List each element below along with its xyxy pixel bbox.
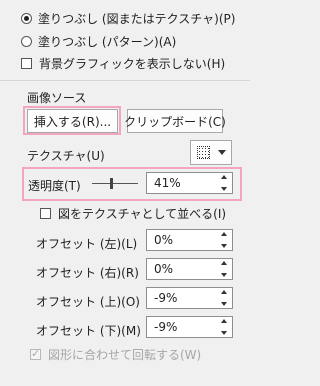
pattern-fill-label: 塗りつぶし (パターン)(A): [38, 35, 177, 49]
rotate-with-shape-label: 図形に合わせて回転する(W): [48, 348, 202, 362]
offset-top-value: -9%: [154, 291, 178, 305]
offset-bottom-label: オフセット (下)(M): [36, 324, 141, 338]
clipboard-button-label: クリップボード(C): [124, 114, 226, 129]
picture-fill-label: 塗りつぶし (図またはテクスチャ)(P): [38, 12, 236, 26]
offset-left-label: オフセット (左)(L): [36, 237, 138, 251]
tile-label: 図をテクスチャとして並べる(I): [58, 207, 227, 221]
hide-background-option[interactable]: 背景グラフィックを表示しない(H): [21, 55, 225, 72]
spin-up-icon[interactable]: [221, 261, 227, 265]
texture-label: テクスチャ(U): [27, 149, 105, 163]
spin-down-icon[interactable]: [221, 331, 227, 335]
spin-down-icon[interactable]: [221, 302, 227, 306]
chevron-down-icon: [217, 150, 226, 155]
texture-picker-button[interactable]: [190, 140, 232, 165]
transparency-spinner[interactable]: [219, 175, 229, 191]
offset-top-spinner[interactable]: [219, 290, 229, 306]
offset-left-value: 0%: [154, 233, 174, 247]
tile-option[interactable]: 図をテクスチャとして並べる(I): [40, 205, 226, 222]
slider-track: [92, 183, 138, 184]
picture-source-heading: 画像ソース: [27, 91, 87, 105]
offset-bottom-spinner[interactable]: [219, 319, 229, 335]
transparency-slider[interactable]: [92, 176, 138, 192]
offset-left-spinner[interactable]: [219, 232, 229, 248]
insert-button-label: 挿入する(R)...: [33, 114, 112, 129]
slider-thumb[interactable]: [110, 178, 113, 189]
transparency-value: 41%: [154, 176, 181, 190]
offset-left-input[interactable]: 0%: [146, 229, 233, 251]
spin-up-icon[interactable]: [221, 175, 227, 179]
offset-bottom-input[interactable]: -9%: [146, 316, 233, 338]
spin-up-icon[interactable]: [221, 319, 227, 323]
tile-checkbox[interactable]: [40, 208, 51, 219]
spin-up-icon[interactable]: [221, 232, 227, 236]
clipboard-button[interactable]: クリップボード(C): [124, 109, 226, 133]
section-divider: [0, 80, 250, 81]
texture-pattern-icon: [196, 146, 210, 159]
spin-down-icon[interactable]: [221, 273, 227, 277]
picture-fill-option[interactable]: 塗りつぶし (図またはテクスチャ)(P): [21, 10, 235, 27]
offset-bottom-value: -9%: [154, 320, 178, 334]
pattern-fill-option[interactable]: 塗りつぶし (パターン)(A): [21, 33, 176, 50]
insert-button[interactable]: 挿入する(R)...: [27, 109, 118, 133]
spin-down-icon[interactable]: [221, 244, 227, 248]
offset-right-label: オフセット (右)(R): [36, 266, 139, 280]
offset-right-spinner[interactable]: [219, 261, 229, 277]
rotate-with-shape-option[interactable]: 図形に合わせて回転する(W): [30, 346, 201, 363]
transparency-input[interactable]: 41%: [146, 172, 233, 194]
hide-background-checkbox[interactable]: [21, 58, 32, 69]
transparency-label: 透明度(T): [28, 179, 81, 193]
offset-top-input[interactable]: -9%: [146, 287, 233, 309]
pattern-fill-radio[interactable]: [21, 36, 32, 47]
rotate-with-shape-checkbox[interactable]: [30, 347, 41, 360]
picture-fill-radio[interactable]: [21, 13, 32, 24]
offset-right-value: 0%: [154, 262, 174, 276]
hide-background-label: 背景グラフィックを表示しない(H): [39, 57, 226, 71]
spin-up-icon[interactable]: [221, 290, 227, 294]
spin-down-icon[interactable]: [221, 187, 227, 191]
offset-top-label: オフセット (上)(O): [36, 295, 140, 309]
offset-right-input[interactable]: 0%: [146, 258, 233, 280]
